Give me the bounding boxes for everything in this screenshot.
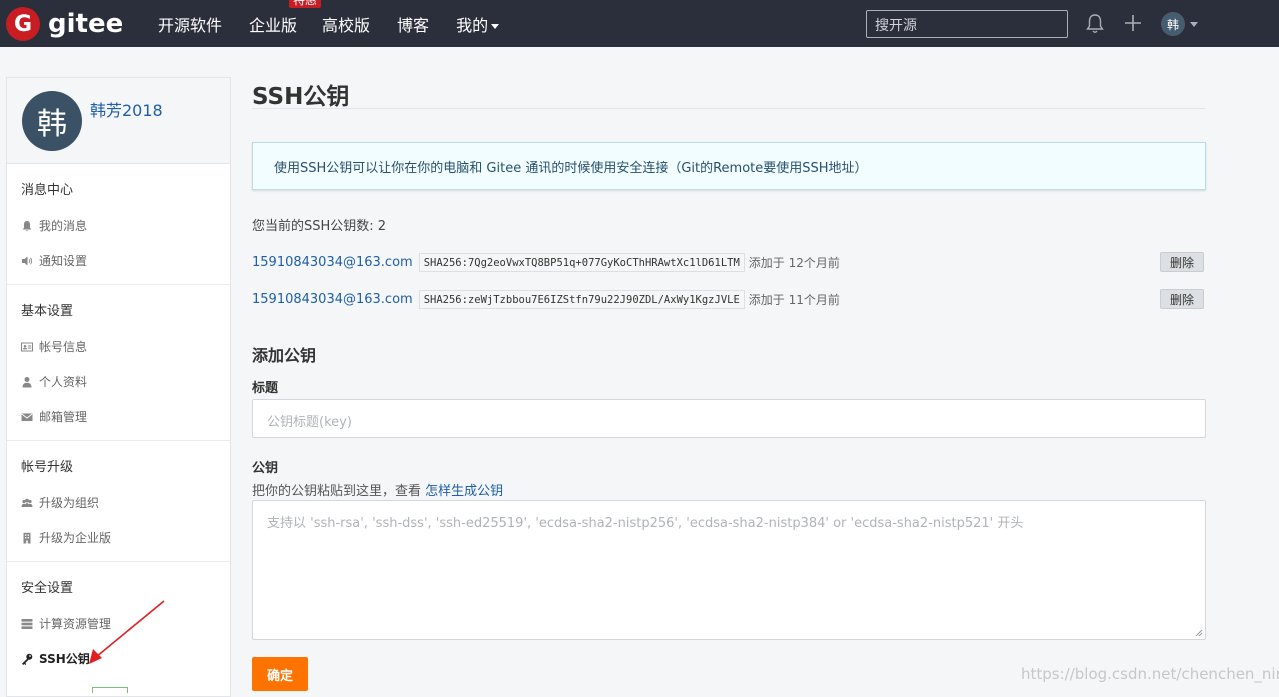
sidebar-item-label: 帐号信息 [39, 340, 88, 354]
sidebar-item-email[interactable]: 邮箱管理 [7, 399, 230, 434]
key-title-link[interactable]: 15910843034@163.com [252, 255, 413, 270]
building-icon [23, 532, 31, 543]
ssh-key-row: 15910843034@163.com SHA256:7Qg2eoVwxTQ8B… [252, 251, 1206, 273]
nav-education[interactable]: 高校版 [322, 12, 370, 36]
profile-card: 韩 韩芳2018 [7, 78, 230, 164]
sidebar-group-title: 安全设置 [21, 581, 74, 596]
chevron-down-icon [491, 23, 500, 29]
sidebar-item-label: 计算资源管理 [39, 617, 112, 631]
key-title-link[interactable]: 15910843034@163.com [252, 292, 413, 307]
logo-text: gitee [48, 9, 124, 39]
envelope-icon [21, 413, 33, 421]
plus-icon[interactable] [1123, 13, 1143, 33]
sidebar-item-my-messages[interactable]: 我的消息 [7, 208, 230, 243]
profile-name[interactable]: 韩芳2018 [90, 97, 163, 121]
sidebar-item-label: 邮箱管理 [39, 410, 88, 424]
new-badge [92, 687, 128, 693]
nav-mine-label: 我的 [456, 15, 489, 35]
resize-grip-icon[interactable] [1195, 629, 1203, 637]
key-fingerprint: SHA256:7Qg2eoVwxTQ8BP51q+077GyKoCThHRAwt… [418, 252, 745, 272]
key-added-time: 添加于 12个月前 [748, 255, 840, 270]
textarea-placeholder: 支持以 'ssh-rsa', 'ssh-dss', 'ssh-ed25519',… [267, 516, 1024, 531]
key-added-time: 添加于 11个月前 [748, 292, 840, 307]
watermark-text: https://blog.csdn.net/chenchen_nini [1021, 665, 1279, 683]
title-field-label: 标题 [252, 381, 279, 396]
key-icon [22, 653, 33, 665]
bell-icon [22, 220, 32, 231]
sidebar-item-upgrade-org[interactable]: 升级为组织 [7, 485, 230, 520]
search-input[interactable]: 搜开源 [866, 10, 1068, 38]
sidebar-item-label: 升级为组织 [39, 496, 100, 510]
key-fingerprint: SHA256:zeWjTzbbou7E6IZStfn79u22J90ZDL/Ax… [418, 289, 745, 309]
sidebar-item-ssh-keys[interactable]: SSH公钥 [7, 641, 230, 676]
sidebar-item-label: 个人资料 [39, 375, 88, 389]
info-alert: 使用SSH公钥可以让你在你的电脑和 Gitee 通讯的时候使用安全连接（Git的… [252, 142, 1206, 190]
user-icon [22, 376, 32, 387]
add-key-heading: 添加公钥 [252, 346, 317, 365]
chevron-down-icon[interactable] [1190, 22, 1198, 27]
nav-enterprise-label: 企业版 [249, 15, 298, 35]
sidebar-group-title: 帐号升级 [21, 460, 74, 475]
sidebar-item-label: 我的消息 [39, 219, 88, 233]
nav-mine[interactable]: 我的 [456, 12, 500, 36]
sidebar-item-label: 升级为企业版 [39, 531, 112, 545]
public-key-textarea[interactable]: 支持以 'ssh-rsa', 'ssh-dss', 'ssh-ed25519',… [252, 500, 1206, 640]
how-to-generate-link[interactable]: 怎样生成公钥 [425, 484, 503, 499]
bell-icon[interactable] [1085, 13, 1105, 35]
ssh-key-row: 15910843034@163.com SHA256:zeWjTzbbou7E6… [252, 288, 1206, 310]
id-card-icon [21, 342, 33, 351]
sidebar-item-label: 通知设置 [39, 254, 88, 268]
nav-blog[interactable]: 博客 [397, 12, 429, 36]
help-text: 把你的公钥粘贴到这里，查看 [252, 484, 422, 499]
key-help-text: 把你的公钥粘贴到这里，查看 怎样生成公钥 [252, 480, 503, 499]
main-nav: 开源软件 企业版 特惠 高校版 博客 我的 [158, 0, 526, 47]
delete-key-button[interactable]: 删除 [1160, 252, 1204, 272]
sidebar-item-upgrade-enterprise[interactable]: 升级为企业版 [7, 520, 230, 555]
key-field-label: 公钥 [252, 461, 279, 476]
sidebar-item-profile[interactable]: 个人资料 [7, 364, 230, 399]
divider [252, 108, 1206, 109]
sidebar-group-basic: 基本设置 帐号信息 个人资料 邮箱管理 [7, 285, 230, 441]
sidebar-item-label: SSH公钥 [39, 652, 90, 666]
submit-button[interactable]: 确定 [252, 657, 308, 691]
server-icon [21, 618, 33, 629]
settings-sidebar: 韩 韩芳2018 消息中心 我的消息 通知设置 基本设置 帐号信息 个人资料 邮… [6, 77, 231, 697]
promo-badge: 特惠 [289, 0, 322, 8]
nav-open-source[interactable]: 开源软件 [158, 12, 222, 36]
sidebar-group-title: 基本设置 [21, 304, 74, 319]
sidebar-group-security: 安全设置 计算资源管理 SSH公钥 [7, 562, 230, 682]
sidebar-group-title: 消息中心 [21, 183, 74, 198]
ssh-key-count: 您当前的SSH公钥数: 2 [252, 219, 387, 234]
sidebar-item-notification-settings[interactable]: 通知设置 [7, 243, 230, 278]
gitee-logo[interactable]: G gitee [6, 7, 123, 41]
sidebar-group-messages: 消息中心 我的消息 通知设置 [7, 164, 230, 285]
sidebar-group-upgrade: 帐号升级 升级为组织 升级为企业版 [7, 441, 230, 562]
avatar[interactable]: 韩 [1161, 12, 1185, 36]
volume-icon [22, 256, 33, 265]
main-content: SSH公钥 使用SSH公钥可以让你在你的电脑和 Gitee 通讯的时候使用安全连… [252, 77, 1206, 691]
logo-icon: G [6, 7, 40, 41]
users-icon [21, 498, 33, 507]
sidebar-item-account-info[interactable]: 帐号信息 [7, 329, 230, 364]
sidebar-item-compute-resources[interactable]: 计算资源管理 [7, 606, 230, 641]
profile-avatar[interactable]: 韩 [22, 91, 82, 151]
page-title: SSH公钥 [252, 84, 350, 110]
nav-enterprise[interactable]: 企业版 特惠 [249, 0, 322, 36]
key-title-input[interactable]: 公钥标题(key) [252, 399, 1206, 438]
delete-key-button[interactable]: 删除 [1160, 289, 1204, 309]
top-navbar: G gitee 开源软件 企业版 特惠 高校版 博客 我的 搜开源 韩 [0, 0, 1279, 47]
